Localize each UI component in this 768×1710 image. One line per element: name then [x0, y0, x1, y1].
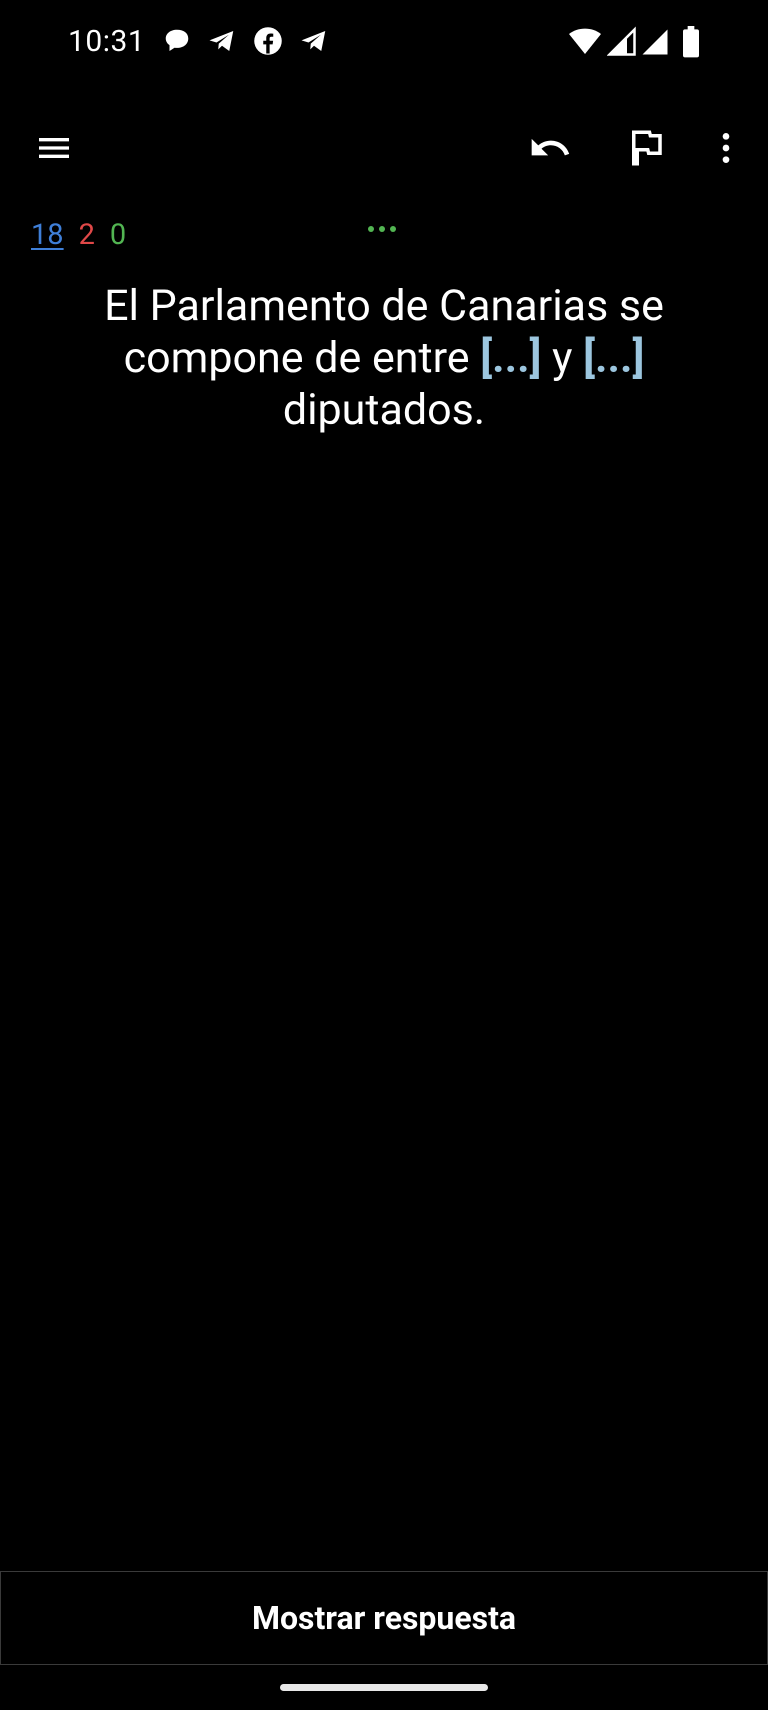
question-text: El Parlamento de Canarias se compone de … — [60, 280, 708, 436]
status-bar: 10:31 — [0, 0, 768, 90]
status-time: 10:31 — [68, 24, 146, 59]
menu-button[interactable] — [26, 120, 82, 176]
learning-count: 2 — [78, 218, 95, 252]
chat-bubble-icon — [165, 29, 189, 51]
telegram-icon — [209, 31, 234, 51]
cloze-blank: [...] — [480, 333, 542, 383]
menu-icon — [39, 138, 69, 158]
review-count: 0 — [109, 218, 127, 252]
more-vert-icon — [722, 133, 730, 163]
more-options-button[interactable] — [698, 120, 754, 176]
signal-icon — [642, 29, 668, 55]
flag-button[interactable] — [618, 120, 674, 176]
home-indicator[interactable] — [280, 1684, 488, 1691]
question-part: diputados. — [282, 385, 486, 435]
question-part: y — [541, 333, 584, 383]
new-count: 18 — [31, 218, 64, 252]
show-answer-button[interactable]: Mostrar respuesta — [0, 1571, 768, 1665]
signal-icon — [607, 26, 636, 56]
timer-dots-icon — [368, 226, 396, 232]
facebook-icon — [254, 27, 282, 55]
telegram-icon — [301, 31, 326, 51]
toolbar — [0, 100, 768, 196]
cloze-blank: [...] — [583, 333, 645, 383]
flag-icon — [632, 130, 662, 166]
battery-icon — [683, 26, 699, 58]
wifi-icon — [569, 28, 601, 54]
undo-icon — [531, 138, 570, 156]
undo-button[interactable] — [522, 120, 578, 176]
card-counts: 18 2 0 — [31, 218, 126, 252]
